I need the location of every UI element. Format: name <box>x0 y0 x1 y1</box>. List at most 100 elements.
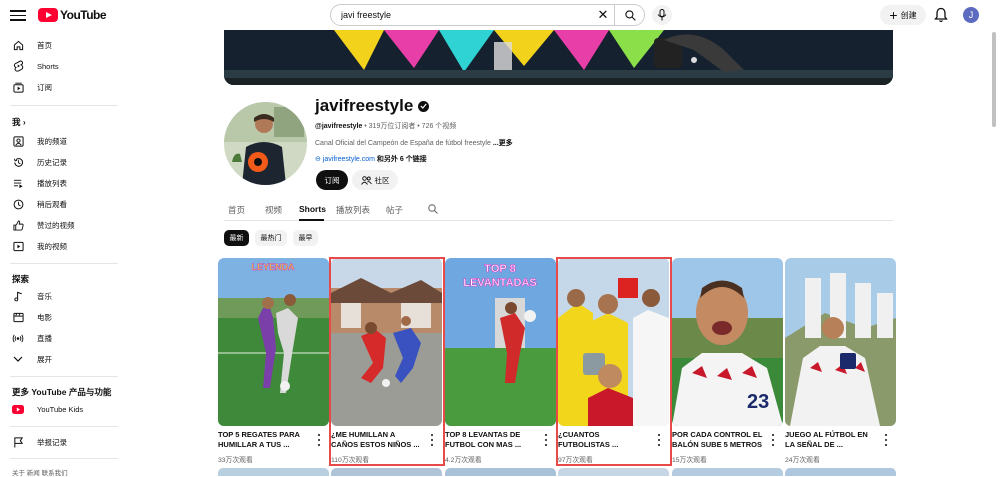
channel-website-link[interactable]: javifreestyle.com <box>323 156 375 163</box>
sidebar-item-shorts[interactable]: Shorts <box>0 56 120 76</box>
more-options-icon[interactable] <box>429 434 435 446</box>
search-button[interactable] <box>614 4 645 26</box>
sidebar-divider <box>10 426 118 427</box>
scrollbar-thumb[interactable] <box>992 32 996 127</box>
description-more-link[interactable]: ...更多 <box>493 140 513 147</box>
chip-popular[interactable]: 最热门 <box>255 230 287 246</box>
more-options-icon[interactable] <box>656 434 662 446</box>
sidebar-item-movies[interactable]: 电影 <box>0 307 120 327</box>
short-card[interactable]: 23 POR CADA CONTROL EL BALÓN SUBE 5 METR… <box>672 258 785 464</box>
tab-playlists[interactable]: 播放列表 <box>336 204 370 216</box>
sidebar-item-history[interactable]: 历史记录 <box>0 152 120 172</box>
sidebar-item-subscriptions[interactable]: 订阅 <box>0 77 120 97</box>
channel-handle: @javifreestyle <box>315 123 363 130</box>
logo-text: YouTube <box>60 8 107 22</box>
short-title[interactable]: TOP 5 REGATES PARA HUMILLAR A TUS ... <box>218 430 310 450</box>
short-thumbnail-image <box>331 258 442 426</box>
short-thumbnail[interactable]: 23 <box>672 258 783 426</box>
channel-meta: @javifreestyle • 319万位订阅者 • 726 个视频 <box>315 121 456 131</box>
sidebar-heading-more: 更多 YouTube 产品与功能 <box>12 387 112 397</box>
sidebar-item-label: YouTube Kids <box>37 404 84 414</box>
music-icon <box>12 290 24 302</box>
sidebar-item-playlists[interactable]: 播放列表 <box>0 173 120 193</box>
sidebar-item-your-videos[interactable]: 我的视频 <box>0 236 120 256</box>
sidebar-item-show-more[interactable]: 展开 <box>0 349 120 369</box>
short-card[interactable]: TOP 8 LEVANTADAS TOP 8 LEVANTAS DE FUTBO… <box>445 258 558 464</box>
sidebar-item-label: 直播 <box>37 333 52 343</box>
short-title[interactable]: ¿ME HUMILLAN A CAÑOS ESTOS NIÑOS ... <box>331 430 423 450</box>
sidebar-item-report-history[interactable]: 举报记录 <box>0 432 120 452</box>
user-avatar[interactable]: J <box>963 7 979 23</box>
more-options-icon[interactable] <box>543 434 549 446</box>
short-card[interactable]: ¿CUANTOS FUTBOLISTAS ... 97万次观看 <box>556 257 672 466</box>
short-card-next-row <box>445 468 556 476</box>
short-thumbnail-image <box>558 258 669 426</box>
short-title[interactable]: POR CADA CONTROL EL BALÓN SUBE 5 METROS <box>672 430 764 450</box>
tab-posts[interactable]: 帖子 <box>386 204 403 216</box>
tab-videos[interactable]: 视频 <box>265 204 282 216</box>
short-card[interactable]: ¿ME HUMILLAN A CAÑOS ESTOS NIÑOS ... 110… <box>329 257 445 466</box>
sidebar-item-watch-later[interactable]: 稍后观看 <box>0 194 120 214</box>
more-options-icon[interactable] <box>883 434 889 446</box>
short-thumbnail[interactable]: TOP 8 LEVANTADAS <box>445 258 556 426</box>
notifications-bell-icon[interactable] <box>934 7 948 23</box>
channel-search-icon[interactable] <box>427 203 439 215</box>
sidebar-item-liked-videos[interactable]: 赞过的视频 <box>0 215 120 235</box>
sidebar-item-live[interactable]: 直播 <box>0 328 120 348</box>
short-title[interactable]: TOP 8 LEVANTAS DE FUTBOL CON MAS ... <box>445 430 537 450</box>
short-title[interactable]: JUEGO AL FÚTBOL EN LA SEÑAL DE ... <box>785 430 877 450</box>
sidebar-item-label: 我的视频 <box>37 241 67 251</box>
channel-avatar[interactable] <box>224 102 307 185</box>
live-icon <box>12 332 24 344</box>
chevron-down-icon <box>12 353 24 365</box>
subscribe-button[interactable]: 订阅 <box>316 170 348 190</box>
community-button[interactable]: 社区 <box>352 170 398 190</box>
svg-text:TOP 8: TOP 8 <box>484 263 515 275</box>
chip-latest[interactable]: 最新 <box>224 230 249 246</box>
short-thumbnail-image: TOP 8 LEVANTADAS <box>445 258 556 426</box>
page-scrollbar[interactable] <box>991 30 997 474</box>
sidebar-item-music[interactable]: 音乐 <box>0 286 120 306</box>
short-title[interactable]: ¿CUANTOS FUTBOLISTAS ... <box>558 430 650 450</box>
voice-search-button[interactable] <box>652 5 672 25</box>
sidebar-item-label: 音乐 <box>37 291 52 301</box>
channel-icon <box>12 135 24 147</box>
sidebar-heading-you[interactable]: 我 › <box>12 116 26 128</box>
short-views: 24万次观看 <box>785 457 820 464</box>
home-icon <box>12 39 24 51</box>
channel-description[interactable]: Canal Oficial del Campeón de España de f… <box>315 138 513 148</box>
short-thumbnail[interactable] <box>785 258 896 426</box>
sidebar-item-home[interactable]: 首页 <box>0 35 120 55</box>
tab-shorts[interactable]: Shorts <box>299 204 326 214</box>
sidebar-item-label: 播放列表 <box>37 178 67 188</box>
youtube-logo[interactable]: YouTube <box>38 8 107 22</box>
sidebar-item-label: 电影 <box>37 312 52 322</box>
short-views: 97万次观看 <box>558 457 593 464</box>
short-card[interactable]: JUEGO AL FÚTBOL EN LA SEÑAL DE ... 24万次观… <box>785 258 898 464</box>
short-thumbnail[interactable] <box>558 258 669 426</box>
sidebar-item-label: 我的频道 <box>37 136 67 146</box>
channel-name: javifreestyle <box>315 96 430 116</box>
youtube-kids-icon <box>12 403 24 415</box>
other-links-link[interactable]: 和另外 6 个链接 <box>375 156 427 163</box>
sidebar-footer-links[interactable]: 关于 新闻 联系我们 <box>12 467 68 477</box>
create-button[interactable]: + 创建 <box>880 5 926 25</box>
more-options-icon[interactable] <box>316 434 322 446</box>
sidebar-item-youtube-kids[interactable]: YouTube Kids <box>0 399 120 419</box>
short-views: 4.2万次观看 <box>445 457 482 464</box>
short-thumbnail[interactable] <box>331 258 442 426</box>
banner-artwork <box>224 30 893 85</box>
svg-text:23: 23 <box>747 391 769 413</box>
sidebar-item-your-channel[interactable]: 我的频道 <box>0 131 120 151</box>
tab-home[interactable]: 首页 <box>228 204 245 216</box>
more-options-icon[interactable] <box>770 434 776 446</box>
search-input[interactable] <box>341 10 581 20</box>
sidebar-divider <box>10 105 118 106</box>
sidebar: 首页 Shorts 订阅 我 › 我的频道 历史记录 播放列表 稍后观看 赞过的… <box>0 30 120 477</box>
plus-icon: + <box>889 7 898 23</box>
chip-oldest[interactable]: 最早 <box>293 230 318 246</box>
clear-search-icon[interactable]: ✕ <box>595 7 611 23</box>
menu-icon[interactable] <box>10 7 26 23</box>
short-card[interactable]: LEYENDA TOP 5 REGATES PARA HUMILLAR A TU… <box>218 258 331 464</box>
short-thumbnail[interactable]: LEYENDA <box>218 258 329 426</box>
